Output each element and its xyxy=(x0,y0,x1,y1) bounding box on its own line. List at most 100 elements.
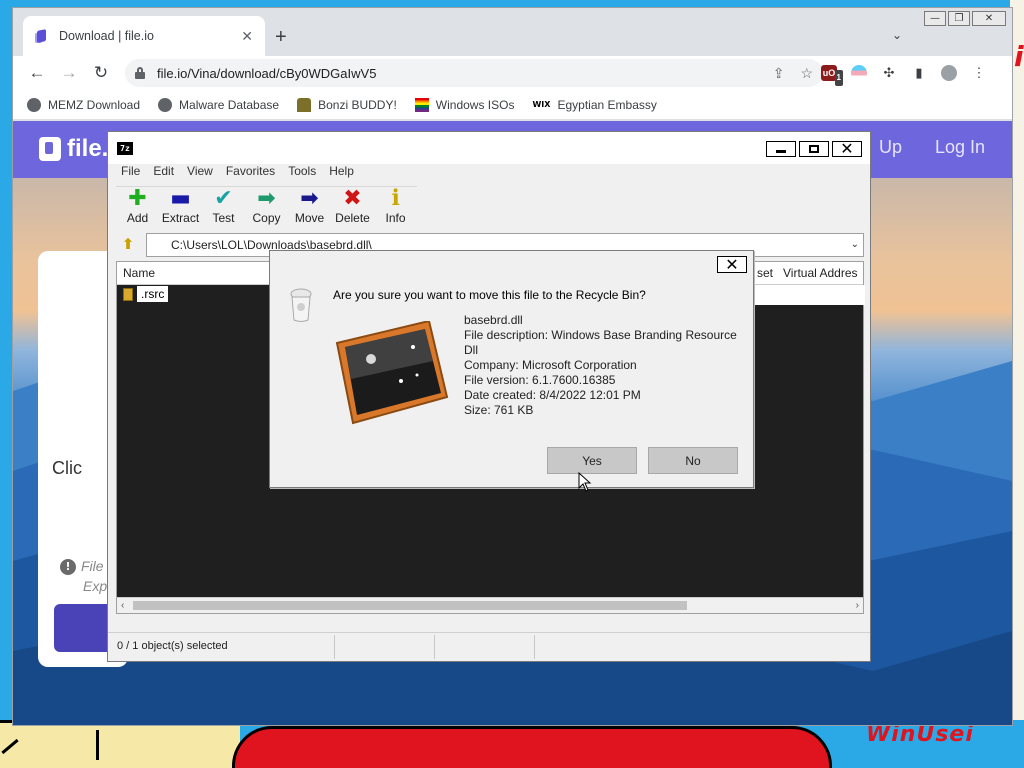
test-button[interactable]: ✔ Test xyxy=(202,186,245,226)
card-heading: Clic xyxy=(52,458,82,478)
up-folder-icon[interactable]: ⬆ xyxy=(116,235,140,255)
lock-icon[interactable] xyxy=(135,67,145,79)
menu-edit[interactable]: Edit xyxy=(153,164,174,182)
status-divider xyxy=(534,635,535,659)
restore-button[interactable]: ❐ xyxy=(948,11,970,26)
reload-button[interactable]: ↻ xyxy=(85,63,117,83)
new-tab-button[interactable]: + xyxy=(275,26,287,49)
side-panel-icon[interactable]: ▮ xyxy=(911,65,927,81)
ublock-origin-icon[interactable]: uO 1 xyxy=(821,65,843,86)
file-version: File version: 6.1.7600.16385 xyxy=(464,373,616,387)
move-button[interactable]: ➡ Move xyxy=(288,186,331,226)
bookmark-malware-database[interactable]: Malware Database xyxy=(158,97,279,112)
fileio-favicon-icon xyxy=(35,29,49,43)
info-icon: ℹ xyxy=(391,186,400,211)
scrollbar-thumb[interactable] xyxy=(133,601,687,610)
file-date-created: Date created: 8/4/2022 12:01 PM xyxy=(464,388,641,402)
bookmark-memz-download[interactable]: MEMZ Download xyxy=(27,97,140,112)
no-button[interactable]: No xyxy=(648,447,738,474)
bookmark-windows-isos[interactable]: Windows ISOs xyxy=(414,97,514,112)
login-link[interactable]: Log In xyxy=(935,137,985,158)
share-icon[interactable]: ⇪ xyxy=(773,65,785,82)
column-offset[interactable]: set xyxy=(757,266,773,280)
bookmark-bonzi-buddy[interactable]: Bonzi BUDDY! xyxy=(297,97,397,112)
profile-avatar-icon[interactable] xyxy=(941,65,957,81)
globe-icon xyxy=(27,97,41,112)
info-button[interactable]: ℹ Info xyxy=(374,186,417,226)
extract-icon: ▬ xyxy=(170,186,191,211)
scroll-left-icon[interactable]: ‹ xyxy=(121,598,124,614)
address-bar[interactable]: file.io/Vina/download/cBy0WDGaIwV5 ⇪ ☆ xyxy=(125,59,823,87)
7zip-app-icon[interactable]: 7z xyxy=(117,142,133,155)
flag-extension-icon[interactable] xyxy=(851,65,867,81)
extensions-puzzle-icon[interactable]: ✣ xyxy=(881,65,897,81)
download-button[interactable] xyxy=(54,604,114,652)
menu-favorites[interactable]: Favorites xyxy=(226,164,275,182)
file-size: Size: 761 KB xyxy=(464,403,534,417)
chrome-menu-icon[interactable]: ⋮ xyxy=(971,65,987,81)
fileio-logo[interactable]: file. xyxy=(39,135,108,163)
7zip-toolbar: ✚ Add ▬ Extract ✔ Test ➡ Copy ➡ Move ✖ Delete … xyxy=(116,186,417,225)
tab-search-icon[interactable]: ⌄ xyxy=(892,28,902,42)
tab-title: Download | file.io xyxy=(59,29,154,43)
menu-help[interactable]: Help xyxy=(329,164,354,182)
dll-file-icon xyxy=(335,321,449,425)
browser-toolbar: ← → ↻ file.io/Vina/download/cBy0WDGaIwV5… xyxy=(13,56,1012,90)
7zip-close-button[interactable]: ✕ xyxy=(832,141,862,158)
7zip-maximize-button[interactable] xyxy=(799,141,829,157)
forward-button[interactable]: → xyxy=(53,63,85,83)
bookmarks-bar: MEMZ Download Malware Database Bonzi BUD… xyxy=(13,90,1012,120)
wallpaper-yellow-shape xyxy=(0,720,240,768)
status-divider xyxy=(434,635,435,659)
yes-button[interactable]: Yes xyxy=(547,447,637,474)
7zip-minimize-button[interactable] xyxy=(766,141,796,157)
wallpaper-line xyxy=(96,730,99,760)
globe-icon xyxy=(158,97,173,112)
info-icon: ! xyxy=(60,559,76,575)
extract-button[interactable]: ▬ Extract xyxy=(159,186,202,226)
add-button[interactable]: ✚ Add xyxy=(116,186,159,226)
ublock-badge: 1 xyxy=(834,70,843,86)
url-text[interactable]: file.io/Vina/download/cBy0WDGaIwV5 xyxy=(157,66,376,81)
column-name[interactable]: Name xyxy=(123,266,155,280)
rainbow-flag-icon xyxy=(414,97,429,112)
recycle-confirm-dialog: ✕ Are you sure you want to move this fil… xyxy=(269,250,754,488)
mouse-cursor-icon xyxy=(578,472,592,492)
folder-icon xyxy=(123,288,133,301)
column-virtual-address[interactable]: Virtual Addres xyxy=(783,266,858,280)
signup-link[interactable]: Up xyxy=(879,137,902,158)
tab-close-icon[interactable]: ✕ xyxy=(241,28,253,45)
fileio-logo-icon xyxy=(39,137,61,161)
wallpaper-red-shape xyxy=(232,726,832,768)
tab-download-fileio[interactable]: Download | file.io ✕ xyxy=(23,16,265,56)
scroll-right-icon[interactable]: › xyxy=(856,598,859,614)
back-button[interactable]: ← xyxy=(21,63,53,83)
copy-icon: ➡ xyxy=(257,186,276,211)
delete-button[interactable]: ✖ Delete xyxy=(331,187,374,226)
file-note: File xyxy=(81,558,104,574)
tab-strip: Download | file.io ✕ + ⌄ — ❐ ✕ xyxy=(13,8,1012,56)
bookmark-star-icon[interactable]: ☆ xyxy=(800,65,813,82)
file-details: basebrd.dll File description: Windows Ba… xyxy=(464,313,739,418)
bookmark-egyptian-embassy[interactable]: WIX Egyptian Embassy xyxy=(532,98,656,112)
menu-file[interactable]: File xyxy=(121,164,140,182)
horizontal-scrollbar[interactable]: ‹ › xyxy=(117,597,863,613)
minimize-button[interactable]: — xyxy=(924,11,946,26)
close-button[interactable]: ✕ xyxy=(972,11,1006,26)
dialog-close-button[interactable]: ✕ xyxy=(717,256,747,274)
copy-button[interactable]: ➡ Copy xyxy=(245,186,288,226)
chevron-down-icon[interactable]: ⌄ xyxy=(851,234,859,256)
recycle-bin-icon xyxy=(290,288,312,322)
7zip-menubar: File Edit View Favorites Tools Help xyxy=(108,164,870,182)
7zip-statusbar: 0 / 1 object(s) selected xyxy=(108,632,870,660)
menu-tools[interactable]: Tools xyxy=(288,164,316,182)
omnibox-actions: ⇪ ☆ xyxy=(773,65,813,82)
status-divider xyxy=(334,635,335,659)
expiry-note: Exp xyxy=(83,578,108,594)
wallpaper-scribble: i xyxy=(1014,40,1024,73)
test-icon: ✔ xyxy=(214,186,233,211)
menu-view[interactable]: View xyxy=(187,164,213,182)
bonzi-icon xyxy=(297,97,312,112)
add-icon: ✚ xyxy=(128,186,147,211)
move-icon: ➡ xyxy=(300,186,319,211)
